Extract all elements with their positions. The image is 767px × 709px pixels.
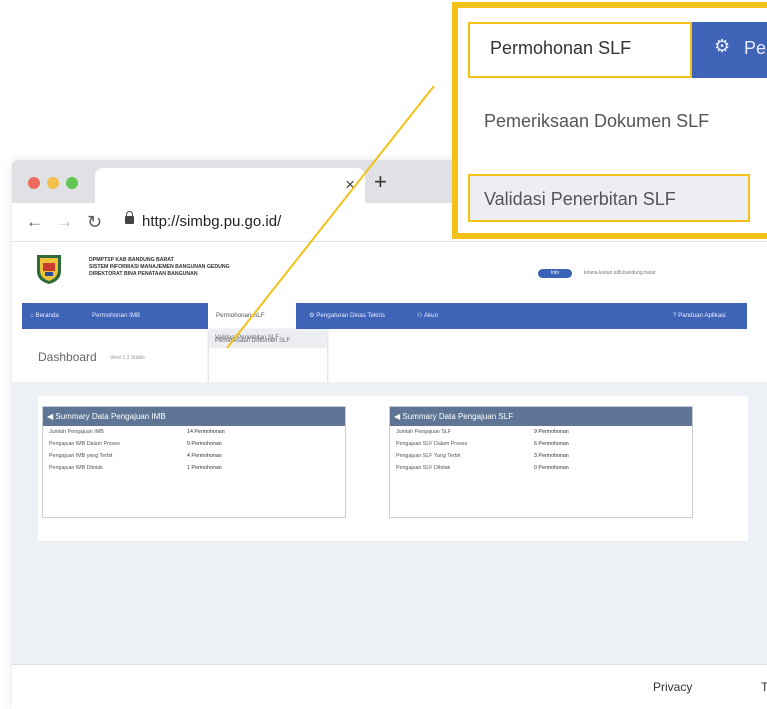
row-value: 6 Permohonan: [534, 441, 569, 447]
zoom-nav-next[interactable]: ⚙ Pe: [692, 22, 767, 78]
zoom-nav-label: Pe: [744, 38, 767, 58]
slf-dropdown-menu: Pemeriksaan Dokumen SLF Validasi Penerbi…: [209, 329, 327, 388]
row-value: 9 Permohonan: [187, 441, 222, 447]
row-value: 1 Permohonan: [187, 465, 222, 471]
row-label: Jumlah Pengajuan SLF: [396, 429, 452, 435]
nav-label: Pengaturan Dinas Teknis: [316, 312, 385, 319]
new-tab-button[interactable]: +: [374, 170, 387, 194]
zoom-item-label: Validasi Penerbitan SLF: [484, 189, 676, 209]
row-label: Pengajuan IMB yang Terbit: [49, 453, 113, 459]
zoom-menu-permohonan-slf[interactable]: Permohonan SLF: [468, 22, 692, 78]
panel-header: ◀ Summary Data Pengajuan SLF: [390, 407, 692, 426]
row-value: 9 Permohonan: [534, 429, 569, 435]
row-label: Pengajuan IMB Ditolak: [49, 465, 103, 471]
row-value: 14 Permohonan: [187, 429, 225, 435]
forward-arrow-icon[interactable]: →: [56, 212, 73, 232]
nav-item-beranda[interactable]: ⌂ Beranda: [30, 303, 59, 329]
user-account-link[interactable]: kirana.lestari.sdb.bandung.barat: [584, 269, 655, 278]
nav-label: Panduan Aplikasi: [678, 312, 726, 319]
summary-row: Pengajuan SLF Dalam Proses 6 Permohonan: [390, 438, 692, 450]
row-value: 3 Permohonan: [534, 453, 569, 459]
row-label: Pengajuan IMB Dalam Proses: [49, 441, 120, 447]
nav-label: Beranda: [35, 312, 59, 319]
gear-icon: ⚙: [714, 36, 731, 56]
panel-title: Summary Data Pengajuan SLF: [402, 412, 514, 421]
zoom-item-pemeriksaan[interactable]: Pemeriksaan Dokumen SLF: [484, 108, 734, 134]
zoom-item-validasi[interactable]: Validasi Penerbitan SLF: [468, 174, 750, 222]
maximize-window-button[interactable]: [66, 177, 78, 189]
row-label: Jumlah Pengajuan IMB: [49, 429, 104, 435]
summary-row: Pengajuan IMB Dalam Proses 9 Permohonan: [43, 438, 345, 450]
nav-item-pengaturan[interactable]: ⚙ Pengaturan Dinas Teknis: [309, 303, 385, 329]
browser-tab[interactable]: ×: [95, 168, 365, 203]
site-header: DPMPTSP KAB BANDUNG BARAT SISTEM INFORMA…: [12, 242, 767, 301]
org-line: DIREKTORAT BINA PENATAAN BANGUNAN: [89, 271, 198, 277]
row-label: Pengajuan SLF Ditolak: [396, 465, 451, 471]
dropdown-item-validasi[interactable]: Validasi Penerbitan SLF: [209, 329, 327, 348]
regency-logo: [37, 255, 61, 284]
summary-row: Pengajuan IMB Ditolak 1 Permohonan: [43, 462, 345, 474]
summary-panel-slf: ◀ Summary Data Pengajuan SLF Jumlah Peng…: [389, 406, 693, 518]
org-line: SISTEM INFORMASI MANAJEMEN BANGUNAN GEDU…: [89, 264, 230, 270]
close-icon[interactable]: ×: [345, 175, 355, 195]
organization-name: DPMPTSP KAB BANDUNG BARAT SISTEM INFORMA…: [89, 257, 230, 278]
nav-item-permohonan-slf[interactable]: Permohonan SLF: [208, 303, 296, 329]
org-line: DPMPTSP KAB BANDUNG BARAT: [89, 257, 174, 263]
panel-title: Summary Data Pengajuan IMB: [55, 412, 166, 421]
nav-item-permohonan-imb[interactable]: Permohonan IMB: [92, 303, 140, 329]
page-footer: Privacy T: [12, 664, 767, 709]
browser-window: × + ← → ↻ http://simbg.pu.go.id/ DPMPTSP…: [12, 160, 767, 709]
page-title: Dashboard: [38, 350, 97, 364]
row-label: Pengajuan SLF Yang Terbit: [396, 453, 461, 459]
info-badge[interactable]: Info: [538, 269, 572, 278]
nav-item-help[interactable]: ? Panduan Aplikasi: [673, 303, 726, 329]
back-arrow-icon[interactable]: ←: [26, 212, 43, 232]
privacy-link[interactable]: Privacy: [653, 680, 692, 694]
url-field[interactable]: http://simbg.pu.go.id/: [142, 213, 281, 230]
page-subtitle: Versi 1.3 Stable: [110, 355, 146, 361]
nav-label: Akun: [423, 312, 439, 319]
nav-item-akun[interactable]: ⚇ Akun: [417, 303, 438, 329]
summary-panel-imb: ◀ Summary Data Pengajuan IMB Jumlah Peng…: [42, 406, 346, 518]
zoom-callout: Permohonan SLF ⚙ Pe Pemeriksaan Dokumen …: [452, 2, 767, 239]
summary-row: Jumlah Pengajuan SLF 9 Permohonan: [390, 426, 692, 438]
minimize-window-button[interactable]: [47, 177, 59, 189]
summary-row: Pengajuan IMB yang Terbit 4 Permohonan: [43, 450, 345, 462]
main-navbar: ⌂ Beranda Permohonan IMB Permohonan SLF …: [22, 303, 747, 329]
nav-label: Permohonan SLF: [216, 312, 265, 319]
summary-row: Pengajuan SLF Yang Terbit 3 Permohonan: [390, 450, 692, 462]
dropdown-label: Validasi Penerbitan SLF: [215, 335, 279, 341]
summary-row: Jumlah Pengajuan IMB 14 Permohonan: [43, 426, 345, 438]
terms-link[interactable]: T: [761, 680, 767, 694]
nav-label: Permohonan IMB: [92, 312, 141, 319]
panel-header: ◀ Summary Data Pengajuan IMB: [43, 407, 345, 426]
close-window-button[interactable]: [28, 177, 40, 189]
row-value: 0 Permohonan: [534, 465, 569, 471]
zoom-menu-label: Permohonan SLF: [490, 38, 632, 58]
reload-icon[interactable]: ↻: [87, 212, 102, 232]
row-value: 4 Permohonan: [187, 453, 222, 459]
lock-icon: [125, 211, 134, 224]
summary-row: Pengajuan SLF Ditolak 0 Permohonan: [390, 462, 692, 474]
row-label: Pengajuan SLF Dalam Proses: [396, 441, 468, 447]
